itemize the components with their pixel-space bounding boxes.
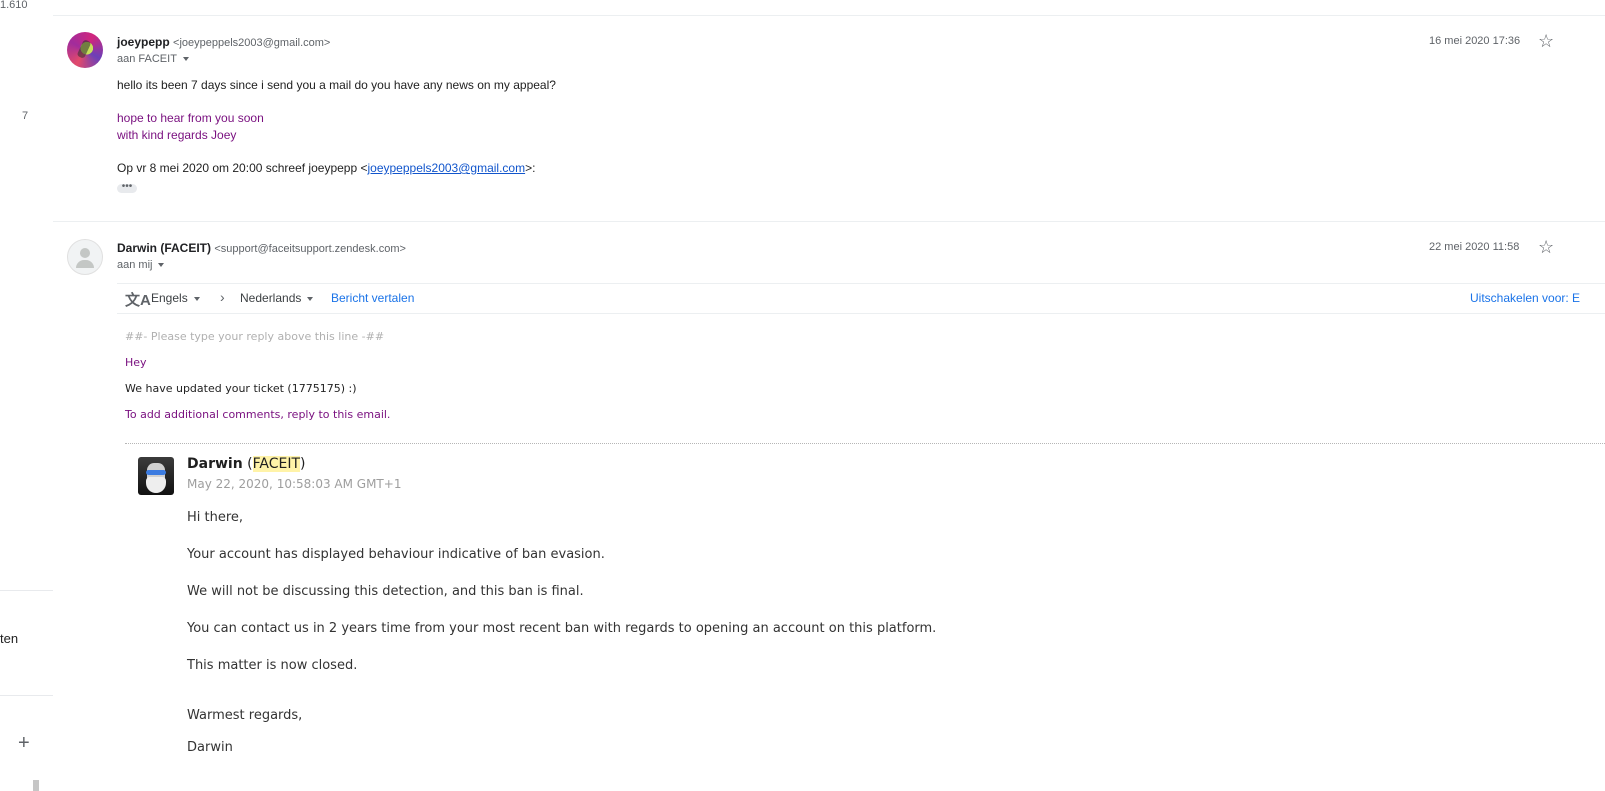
org-highlight: FACEIT — [252, 456, 300, 472]
inbox-count: 1.610 — [0, 0, 28, 11]
message-date: 22 mei 2020 11:58 — [1429, 241, 1520, 253]
sender-name[interactable]: joeypepp — [117, 35, 170, 49]
quote-header: Op vr 8 mei 2020 om 20:00 schreef joeype… — [117, 161, 535, 175]
disable-translation-link[interactable]: Uitschakelen voor: E — [1470, 291, 1580, 305]
body-line: Hi there, — [187, 510, 244, 525]
rail-divider — [0, 695, 53, 696]
translate-icon: 文A — [125, 292, 151, 309]
scrollbar-thumb[interactable] — [33, 780, 39, 791]
recipient-toggle[interactable]: aan mij — [117, 259, 165, 271]
translate-bar: 文A Engels › Nederlands Bericht vertalen … — [117, 283, 1605, 314]
sender-email: <support@faceitsupport.zendesk.com> — [214, 243, 406, 255]
message-line: hope to hear from you soon — [117, 111, 264, 125]
quote-email-link[interactable]: joeypeppels2003@gmail.com — [367, 161, 525, 175]
chevron-down-icon — [182, 57, 189, 62]
add-label-icon[interactable]: + — [18, 733, 30, 753]
sender-line: joeypepp <joeypeppels2003@gmail.com> — [117, 35, 330, 49]
recipient-toggle[interactable]: aan FACEIT — [117, 53, 189, 65]
show-trimmed-content-button[interactable]: ••• — [117, 182, 137, 193]
sender-name[interactable]: Darwin (FACEIT) — [117, 241, 211, 255]
target-language-select[interactable]: Nederlands — [240, 291, 314, 305]
body-line: You can contact us in 2 years time from … — [187, 621, 937, 636]
greeting: Hey — [125, 356, 147, 369]
body-line: Warmest regards, — [187, 708, 303, 723]
message-divider — [53, 15, 1605, 16]
body-line: We will not be discussing this detection… — [187, 584, 584, 599]
agent-timestamp: May 22, 2020, 10:58:03 AM GMT+1 — [187, 477, 402, 491]
reply-marker: ##- Please type your reply above this li… — [125, 330, 385, 343]
message-divider — [53, 221, 1605, 222]
chevron-down-icon — [158, 263, 165, 268]
sender-avatar[interactable] — [67, 32, 103, 68]
reply-instructions: To add additional comments, reply to thi… — [125, 408, 391, 421]
recipient-label: aan mij — [117, 259, 153, 271]
body-line: This matter is now closed. — [187, 658, 358, 673]
left-rail: 1.610 7 ten + — [0, 0, 53, 791]
translate-message-link[interactable]: Bericht vertalen — [331, 291, 414, 305]
message-date: 16 mei 2020 17:36 — [1429, 35, 1521, 47]
quote-suffix: >: — [525, 161, 536, 175]
body-line: Your account has displayed behaviour ind… — [187, 547, 605, 562]
rail-divider — [0, 590, 53, 591]
sender-avatar[interactable] — [67, 239, 103, 275]
body-line: Darwin — [187, 740, 233, 755]
chevron-down-icon — [193, 296, 200, 301]
agent-name: Darwin (FACEIT) — [187, 456, 306, 472]
source-language-select[interactable]: Engels — [151, 291, 200, 305]
star-icon[interactable]: ☆ — [1538, 32, 1554, 50]
label-count-badge: 7 — [22, 110, 29, 122]
star-icon[interactable]: ☆ — [1538, 238, 1554, 256]
sender-line: Darwin (FACEIT) <support@faceitsupport.z… — [117, 241, 406, 255]
quote-prefix: Op vr 8 mei 2020 om 20:00 schreef joeype… — [117, 161, 368, 175]
agent-avatar — [138, 457, 174, 495]
ticket-update: We have updated your ticket (1775175) :) — [125, 382, 357, 395]
rail-label-partial[interactable]: ten — [0, 631, 18, 646]
recipient-label: aan FACEIT — [117, 53, 177, 65]
message-line: hello its been 7 days since i send you a… — [117, 78, 556, 92]
chevron-right-icon: › — [220, 289, 225, 305]
person-icon — [80, 248, 90, 258]
sender-email: <joeypeppels2003@gmail.com> — [173, 37, 331, 49]
quote-divider — [125, 443, 1605, 444]
message-line: with kind regards Joey — [117, 128, 237, 142]
chevron-down-icon — [307, 296, 314, 301]
